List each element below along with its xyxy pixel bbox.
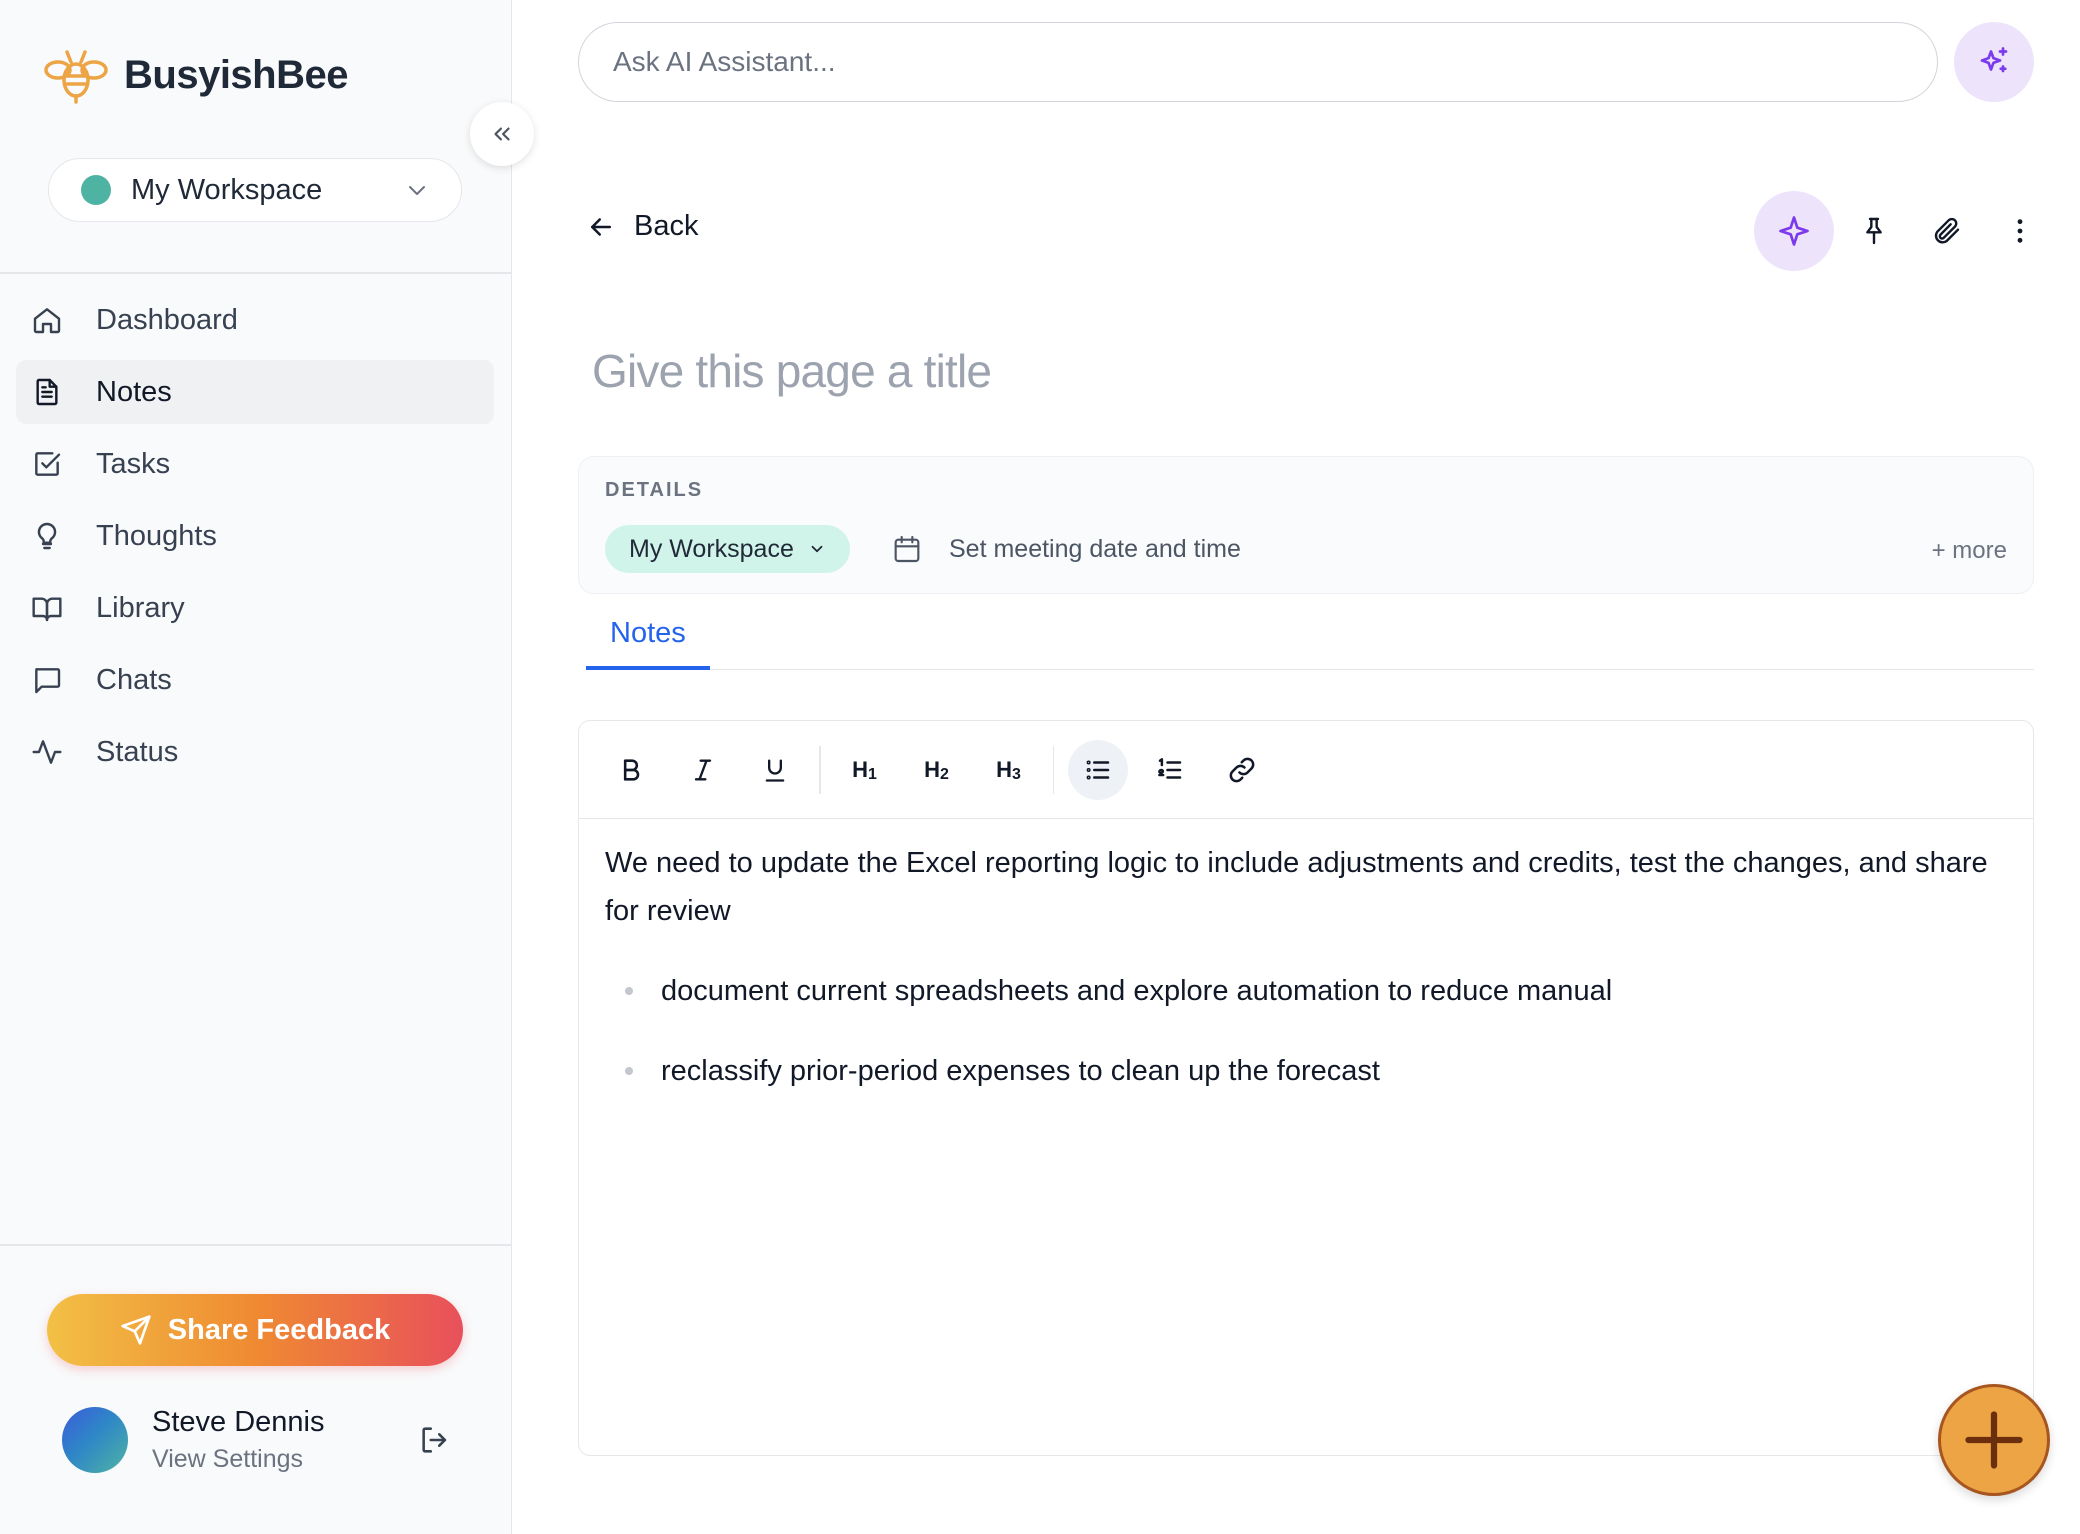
ai-assistant-button[interactable] [1954,22,2034,102]
document-icon [30,375,64,409]
checkbox-icon [30,447,64,481]
workspace-chip[interactable]: My Workspace [605,525,850,573]
user-name: Steve Dennis [152,1406,325,1438]
sidebar-item-library[interactable]: Library [16,576,494,640]
chevrons-left-icon [489,121,515,147]
tab-notes[interactable]: Notes [586,612,710,670]
meeting-date-placeholder: Set meeting date and time [949,534,1241,563]
add-new-button[interactable] [1938,1384,2050,1496]
brand[interactable]: BusyishBee [44,46,348,104]
link-button[interactable] [1212,740,1272,800]
sidebar-item-label: Library [96,591,185,624]
workspace-select[interactable]: My Workspace [48,158,462,222]
editor-bullet-list: document current spreadsheets and explor… [605,967,2007,1095]
heading-3-button[interactable]: H3 [979,740,1039,800]
activity-icon [30,735,64,769]
editor-content[interactable]: We need to update the Excel reporting lo… [579,819,2033,1147]
sidebar-item-tasks[interactable]: Tasks [16,432,494,496]
details-label: DETAILS [605,479,704,501]
sidebar-nav: Dashboard Notes Tasks Thoughts Library C… [16,288,494,792]
sidebar: BusyishBee My Workspace Dashboard Notes … [0,0,512,1534]
ai-sparkle-button[interactable] [1754,191,1834,271]
list-item: reclassify prior-period expenses to clea… [605,1047,2007,1095]
send-icon [120,1314,152,1346]
heading-1-button[interactable]: H1 [835,740,895,800]
workspace-color-dot [81,175,111,205]
more-options-button[interactable] [2000,211,2040,251]
sidebar-item-notes[interactable]: Notes [16,360,494,424]
sidebar-item-label: Status [96,735,179,768]
pin-button[interactable] [1854,211,1894,251]
toolbar-separator [819,745,821,794]
numbered-list-icon [1155,755,1185,785]
link-icon [1227,755,1257,785]
paperclip-icon [1930,215,1962,247]
chevron-down-icon [808,540,826,558]
sidebar-item-thoughts[interactable]: Thoughts [16,504,494,568]
heading-3-label: H3 [996,756,1021,783]
pin-icon [1858,215,1890,247]
book-icon [30,591,64,625]
brand-name: BusyishBee [124,52,348,97]
share-feedback-button[interactable]: Share Feedback [47,1294,463,1366]
back-label: Back [634,210,699,242]
sidebar-item-status[interactable]: Status [16,720,494,784]
sidebar-divider-bottom [0,1244,512,1246]
editor-toolbar: H1 H2 H3 [579,721,2033,819]
workspace-label: My Workspace [131,173,323,206]
ai-assistant-input[interactable] [578,22,1938,102]
bee-logo-icon [44,46,108,104]
more-vertical-icon [2004,215,2036,247]
workspace-chip-label: My Workspace [629,534,794,563]
editor-paragraph: We need to update the Excel reporting lo… [605,847,1988,927]
heading-2-button[interactable]: H2 [907,740,967,800]
page-title-input[interactable] [592,344,1892,398]
sidebar-divider-top [0,272,512,274]
italic-button[interactable] [673,740,733,800]
more-details-button[interactable]: + more [1932,537,2007,565]
underline-icon [761,756,789,784]
tab-bar: Notes [586,612,2034,670]
view-settings-link[interactable]: View Settings [152,1445,418,1474]
back-button[interactable]: Back [586,210,698,243]
details-panel: DETAILS My Workspace Set meeting date an… [578,456,2034,594]
plus-icon [1960,1406,2028,1474]
heading-1-label: H1 [852,756,877,783]
sidebar-item-label: Chats [96,663,172,696]
attach-button[interactable] [1926,211,1966,251]
logout-icon[interactable] [418,1423,452,1457]
bullet-list-icon [1083,755,1113,785]
lightbulb-icon [30,519,64,553]
underline-button[interactable] [745,740,805,800]
chevron-down-icon [405,178,429,202]
list-item: document current spreadsheets and explor… [605,967,2007,1015]
numbered-list-button[interactable] [1140,740,1200,800]
sidebar-item-label: Dashboard [96,303,238,336]
notes-editor: H1 H2 H3 We need to update the Excel rep… [578,720,2034,1456]
meeting-date-field[interactable]: Set meeting date and time [891,525,1241,573]
bullet-list-button[interactable] [1068,739,1128,800]
toolbar-separator [1052,745,1054,794]
heading-2-label: H2 [924,756,949,783]
home-icon [30,303,64,337]
user-profile[interactable]: Steve Dennis View Settings [62,1406,452,1474]
arrow-left-icon [586,212,616,242]
chat-bubble-icon [30,663,64,697]
collapse-sidebar-button[interactable] [470,102,534,166]
sparkle-icon [1776,213,1812,249]
calendar-icon [891,533,923,565]
bold-icon [617,756,645,784]
sidebar-item-label: Thoughts [96,519,217,552]
bold-button[interactable] [601,740,661,800]
italic-icon [689,756,717,784]
sidebar-item-chats[interactable]: Chats [16,648,494,712]
sidebar-item-label: Notes [96,375,172,408]
avatar [62,1407,128,1473]
sidebar-item-label: Tasks [96,447,171,480]
sidebar-item-dashboard[interactable]: Dashboard [16,288,494,352]
share-feedback-label: Share Feedback [167,1313,391,1346]
sparkles-icon [1976,44,2012,80]
